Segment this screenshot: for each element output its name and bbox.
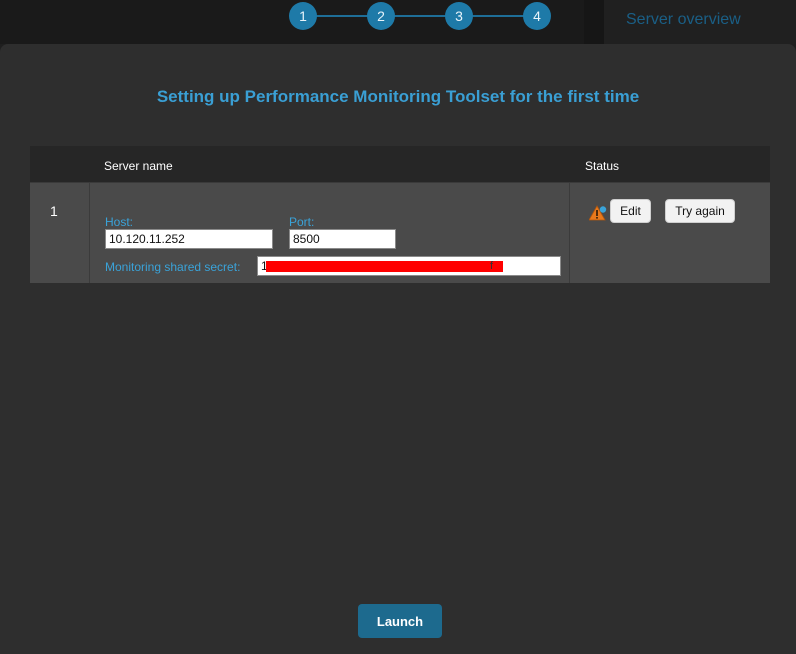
cell-divider <box>89 183 90 283</box>
try-again-button[interactable]: Try again <box>665 199 735 223</box>
table-row: 1 Host: 10.120.11.252 Port: 8500 Monitor… <box>30 182 770 283</box>
redaction-bar <box>266 261 503 272</box>
server-table: Server name Status 1 Host: 10.120.11.252… <box>30 146 770 283</box>
warning-icon[interactable] <box>589 205 607 221</box>
wizard-step-1[interactable]: 1 <box>289 2 317 30</box>
host-field[interactable]: 10.120.11.252 <box>105 229 273 249</box>
secret-suffix: f <box>490 260 494 272</box>
launch-button[interactable]: Launch <box>358 604 442 638</box>
table-header: Server name Status <box>30 146 770 182</box>
port-field[interactable]: 8500 <box>289 229 396 249</box>
header-status: Status <box>585 159 620 173</box>
wizard-steps: 1 2 3 4 <box>289 2 551 30</box>
server-overview-title: Server overview <box>626 11 741 28</box>
secret-label: Monitoring shared secret: <box>105 260 241 274</box>
wizard-step-4[interactable]: 4 <box>523 2 551 30</box>
port-label: Port: <box>289 215 315 229</box>
cell-divider <box>569 183 570 283</box>
wizard-step-2[interactable]: 2 <box>367 2 395 30</box>
edit-button[interactable]: Edit <box>610 199 651 223</box>
wizard-step-3[interactable]: 3 <box>445 2 473 30</box>
modal-title: Setting up Performance Monitoring Toolse… <box>156 87 640 106</box>
setup-modal: Setting up Performance Monitoring Toolse… <box>0 44 796 654</box>
header-server-name: Server name <box>104 159 173 173</box>
shared-secret-field[interactable]: 1 f <box>257 256 561 276</box>
wizard-step-connector <box>303 15 537 17</box>
host-label: Host: <box>105 215 134 229</box>
row-number: 1 <box>50 203 58 219</box>
